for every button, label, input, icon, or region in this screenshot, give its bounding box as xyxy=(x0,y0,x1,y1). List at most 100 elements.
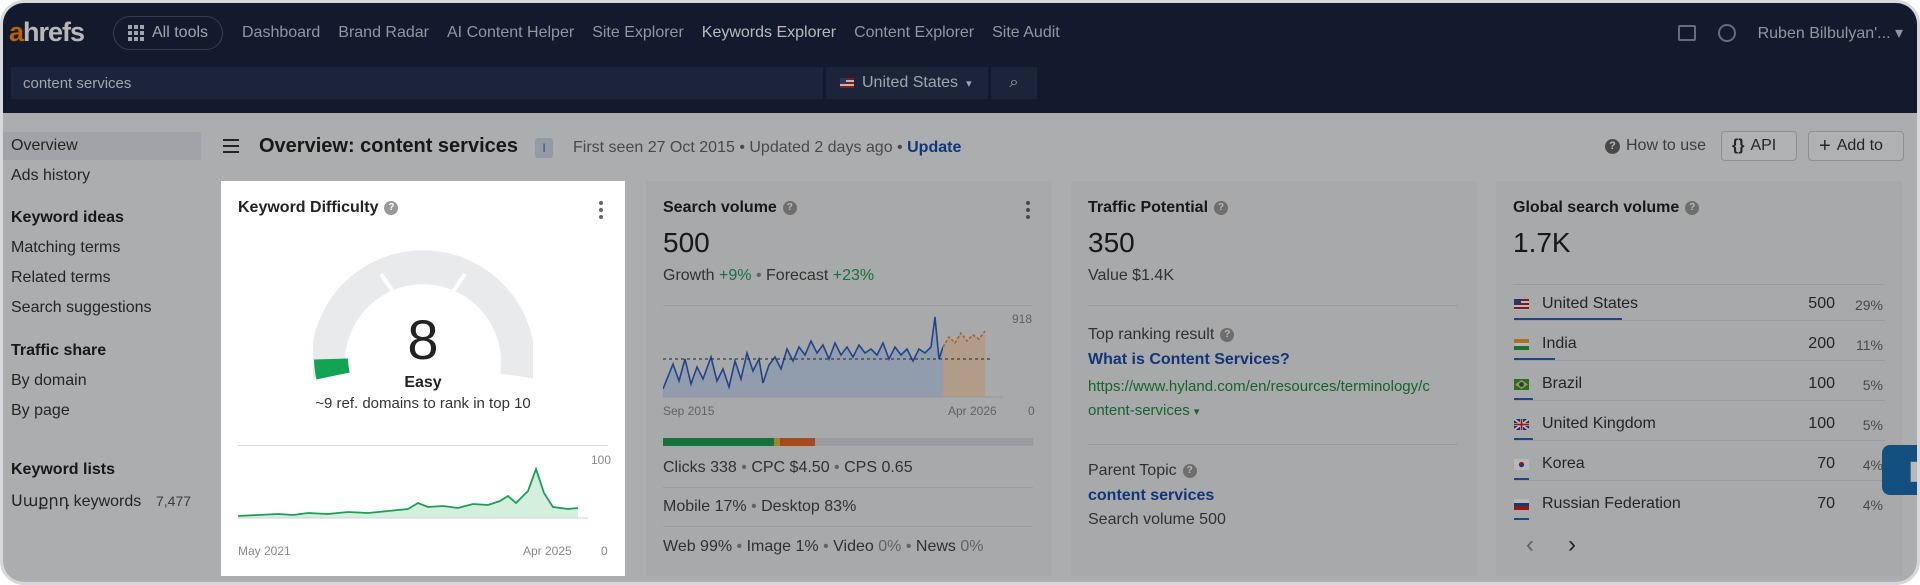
next-page-button[interactable]: › xyxy=(1568,531,1576,559)
prev-page-button[interactable]: ‹ xyxy=(1526,531,1534,559)
chat-widget-button[interactable]: ❚ xyxy=(1882,445,1917,495)
how-to-use-link[interactable]: ? How to use xyxy=(1605,137,1706,155)
nav-dashboard[interactable]: Dashboard xyxy=(242,24,320,42)
ahrefs-logo[interactable]: ahrefs xyxy=(9,17,85,48)
divider xyxy=(663,305,1033,306)
country-name: India xyxy=(1542,335,1577,352)
country-share-bar xyxy=(1514,358,1555,360)
sidebar-item-by-page[interactable]: By page xyxy=(11,402,70,420)
kd-chart-x-start: May 2021 xyxy=(238,544,291,558)
clock-icon[interactable] xyxy=(1717,24,1736,42)
country-name: Russian Federation xyxy=(1542,495,1681,512)
grid-icon xyxy=(128,25,144,41)
gsv-title: Global search volume? xyxy=(1513,199,1700,217)
traffic-potential-card: Traffic Potential? 350 Value $1.4K Top r… xyxy=(1071,181,1477,576)
help-icon[interactable]: ? xyxy=(384,201,399,215)
first-seen-text: First seen 27 Oct 2015 xyxy=(573,139,735,156)
help-icon[interactable]: ? xyxy=(1685,201,1700,215)
parent-topic-label: Parent Topic? xyxy=(1088,462,1197,480)
api-button[interactable]: {} API xyxy=(1721,131,1797,161)
list-item[interactable]: Korea 70 4% xyxy=(1514,447,1885,487)
more-menu-icon[interactable] xyxy=(599,201,603,219)
mobile-share: Mobile 17% xyxy=(663,498,747,515)
list-item[interactable]: United Kingdom 100 5% xyxy=(1514,407,1885,447)
page-title: Overview: content services xyxy=(259,135,519,157)
separator: • xyxy=(905,538,912,555)
top-result-url-line-1[interactable]: https://www.hyland.com/en/resources/term… xyxy=(1088,378,1430,395)
kd-chart-min: 0 xyxy=(601,544,608,558)
nav-keywords-explorer[interactable]: Keywords Explorer xyxy=(702,24,836,42)
top-result-title-link[interactable]: What is Content Services? xyxy=(1088,351,1290,369)
help-icon[interactable]: ? xyxy=(1220,328,1235,342)
kd-label: Easy xyxy=(404,374,442,391)
add-to-button[interactable]: + Add to xyxy=(1808,131,1904,161)
divider xyxy=(663,526,1033,527)
divider xyxy=(663,487,1033,488)
sidebar-item-ads-history[interactable]: Ads history xyxy=(11,167,90,185)
list-item[interactable]: United States 500 29% xyxy=(1514,287,1885,327)
all-tools-button[interactable]: All tools xyxy=(113,16,223,50)
sidebar-item-matching-terms[interactable]: Matching terms xyxy=(11,239,120,257)
nav-links: Dashboard Brand Radar AI Content Helper … xyxy=(242,3,1078,63)
growth-value: +9% xyxy=(719,267,752,284)
menu-icon[interactable] xyxy=(223,139,239,153)
cpc-value: CPC $4.50 xyxy=(751,459,830,476)
help-icon[interactable]: ? xyxy=(782,201,797,215)
separator: • xyxy=(739,139,745,156)
gsv-value: 1.7K xyxy=(1513,227,1571,258)
chevron-down-icon: ▾ xyxy=(966,77,972,90)
braces-icon: {} xyxy=(1732,137,1745,154)
nav-brand-radar[interactable]: Brand Radar xyxy=(338,24,429,42)
sidebar-item-search-suggestions[interactable]: Search suggestions xyxy=(11,299,152,317)
list-item[interactable]: Russian Federation 70 4% xyxy=(1514,487,1885,527)
parent-topic-volume: Search volume 500 xyxy=(1088,511,1226,528)
nav-content-explorer[interactable]: Content Explorer xyxy=(854,24,974,42)
news-share: 0% xyxy=(960,538,984,555)
sv-chart-x-end: Apr 2026 xyxy=(948,404,997,418)
separator: • xyxy=(823,538,829,555)
sv-history-chart xyxy=(663,316,1003,398)
how-to-use-label: How to use xyxy=(1626,137,1707,154)
window-icon[interactable] xyxy=(1677,25,1696,41)
top-result-url-line-2[interactable]: ontent-services ▾ xyxy=(1088,402,1199,419)
info-badge[interactable]: I xyxy=(535,138,553,158)
tp-title-label: Traffic Potential xyxy=(1088,199,1209,216)
separator: • xyxy=(897,139,903,156)
serp-distribution-bar xyxy=(663,438,1033,446)
help-icon[interactable]: ? xyxy=(1182,464,1197,478)
search-button[interactable]: ⌕ xyxy=(991,67,1037,99)
desktop-share: Desktop 83% xyxy=(761,498,857,515)
help-icon: ? xyxy=(1605,138,1620,154)
row-divider xyxy=(1514,480,1885,481)
top-result-label: Top ranking result? xyxy=(1088,326,1235,344)
kd-chart-max: 100 xyxy=(591,453,612,467)
list-item[interactable]: India 200 11% xyxy=(1514,327,1885,367)
nav-site-explorer[interactable]: Site Explorer xyxy=(592,24,684,42)
user-menu[interactable]: Ruben Bilbulyan'... ▾ xyxy=(1758,23,1903,43)
list-item[interactable]: Brazil 100 5% xyxy=(1514,367,1885,407)
separator: • xyxy=(834,459,840,476)
country-share-bar xyxy=(1514,398,1533,400)
sidebar-heading-traffic-share: Traffic share xyxy=(11,342,107,359)
sidebar-item-related-terms[interactable]: Related terms xyxy=(11,269,111,287)
sidebar-item-by-domain[interactable]: By domain xyxy=(11,372,87,390)
more-menu-icon[interactable] xyxy=(1026,201,1030,219)
help-icon[interactable]: ? xyxy=(1214,201,1229,215)
sidebar-item-keyword-list[interactable]: Սաքրդ keywords xyxy=(11,491,141,511)
country-share: 4% xyxy=(1862,497,1883,513)
row-divider xyxy=(1514,440,1885,441)
video-label: Video xyxy=(833,538,874,555)
country-select[interactable]: United States ▾ xyxy=(826,67,988,99)
us-flag-icon xyxy=(840,78,854,88)
chevron-down-icon[interactable]: ▾ xyxy=(1194,406,1200,418)
parent-topic-link[interactable]: content services xyxy=(1088,487,1214,505)
keyword-list-count: 7,477 xyxy=(156,493,192,509)
country-share: 4% xyxy=(1862,457,1883,473)
divider xyxy=(238,445,608,446)
sidebar-item-overview[interactable]: Overview xyxy=(3,132,201,160)
nav-site-audit[interactable]: Site Audit xyxy=(992,24,1060,42)
keyword-search-input[interactable]: content services xyxy=(11,67,823,99)
tp-value-line: Value $1.4K xyxy=(1088,267,1174,284)
update-link[interactable]: Update xyxy=(907,139,961,156)
nav-ai-content-helper[interactable]: AI Content Helper xyxy=(447,24,574,42)
